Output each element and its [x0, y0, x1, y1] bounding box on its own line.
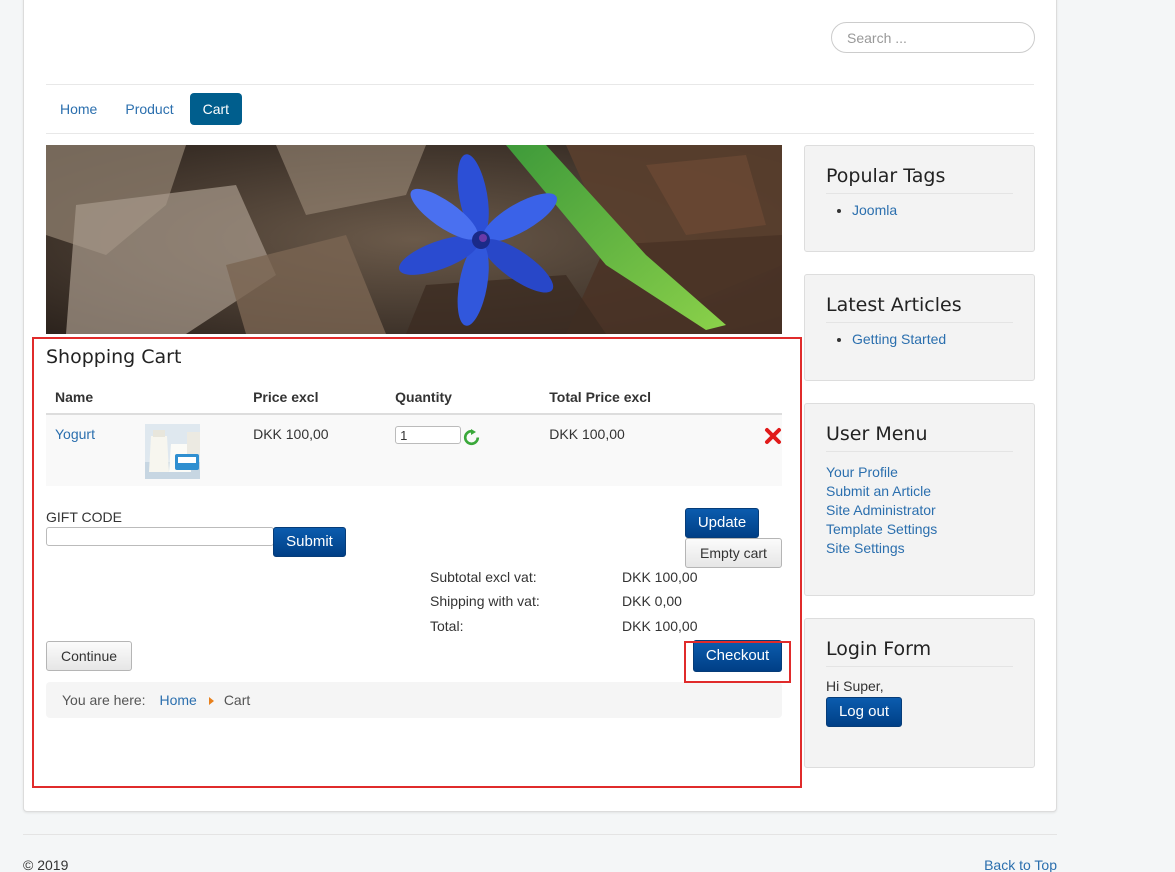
nav-item-cart[interactable]: Cart: [189, 93, 243, 125]
login-greeting: Hi Super,: [826, 678, 884, 694]
article-link-getting-started[interactable]: Getting Started: [852, 331, 946, 347]
list-item: Joomla: [852, 201, 1034, 220]
main-nav: Home Product Cart: [46, 93, 243, 125]
highlight-box: [32, 337, 802, 788]
menu-item-site-administrator[interactable]: Site Administrator: [826, 502, 936, 518]
nav-divider: [46, 133, 1034, 134]
latest-articles-list: Getting Started: [852, 330, 1034, 349]
back-to-top-link[interactable]: Back to Top: [984, 857, 1057, 872]
latest-articles-module: Latest Articles Getting Started: [804, 274, 1035, 381]
menu-item-submit-article[interactable]: Submit an Article: [826, 483, 931, 499]
header-divider: [46, 84, 1034, 85]
user-menu-module: User Menu Your Profile Submit an Article…: [804, 403, 1035, 596]
login-form-title: Login Form: [826, 638, 1013, 667]
popular-tags-module: Popular Tags Joomla: [804, 145, 1035, 252]
login-form-module: Login Form Hi Super, Log out: [804, 618, 1035, 768]
nav-item-product[interactable]: Product: [111, 93, 187, 125]
menu-item-site-settings[interactable]: Site Settings: [826, 540, 905, 556]
logout-button[interactable]: Log out: [826, 697, 902, 727]
menu-item-your-profile[interactable]: Your Profile: [826, 464, 898, 480]
user-menu-list: Your Profile Submit an Article Site Admi…: [826, 463, 1013, 558]
search-input[interactable]: [831, 22, 1035, 53]
nav-item-home[interactable]: Home: [46, 93, 111, 125]
banner-image: [46, 145, 782, 334]
checkout-highlight-box: [684, 641, 791, 683]
footer-copyright: © 2019: [23, 857, 69, 872]
menu-item-template-settings[interactable]: Template Settings: [826, 521, 937, 537]
list-item: Getting Started: [852, 330, 1034, 349]
latest-articles-title: Latest Articles: [826, 294, 1013, 323]
user-menu-title: User Menu: [826, 423, 1013, 452]
popular-tags-title: Popular Tags: [826, 165, 1013, 194]
footer-divider: [23, 834, 1057, 835]
tag-link-joomla[interactable]: Joomla: [852, 202, 897, 218]
popular-tags-list: Joomla: [852, 201, 1034, 220]
